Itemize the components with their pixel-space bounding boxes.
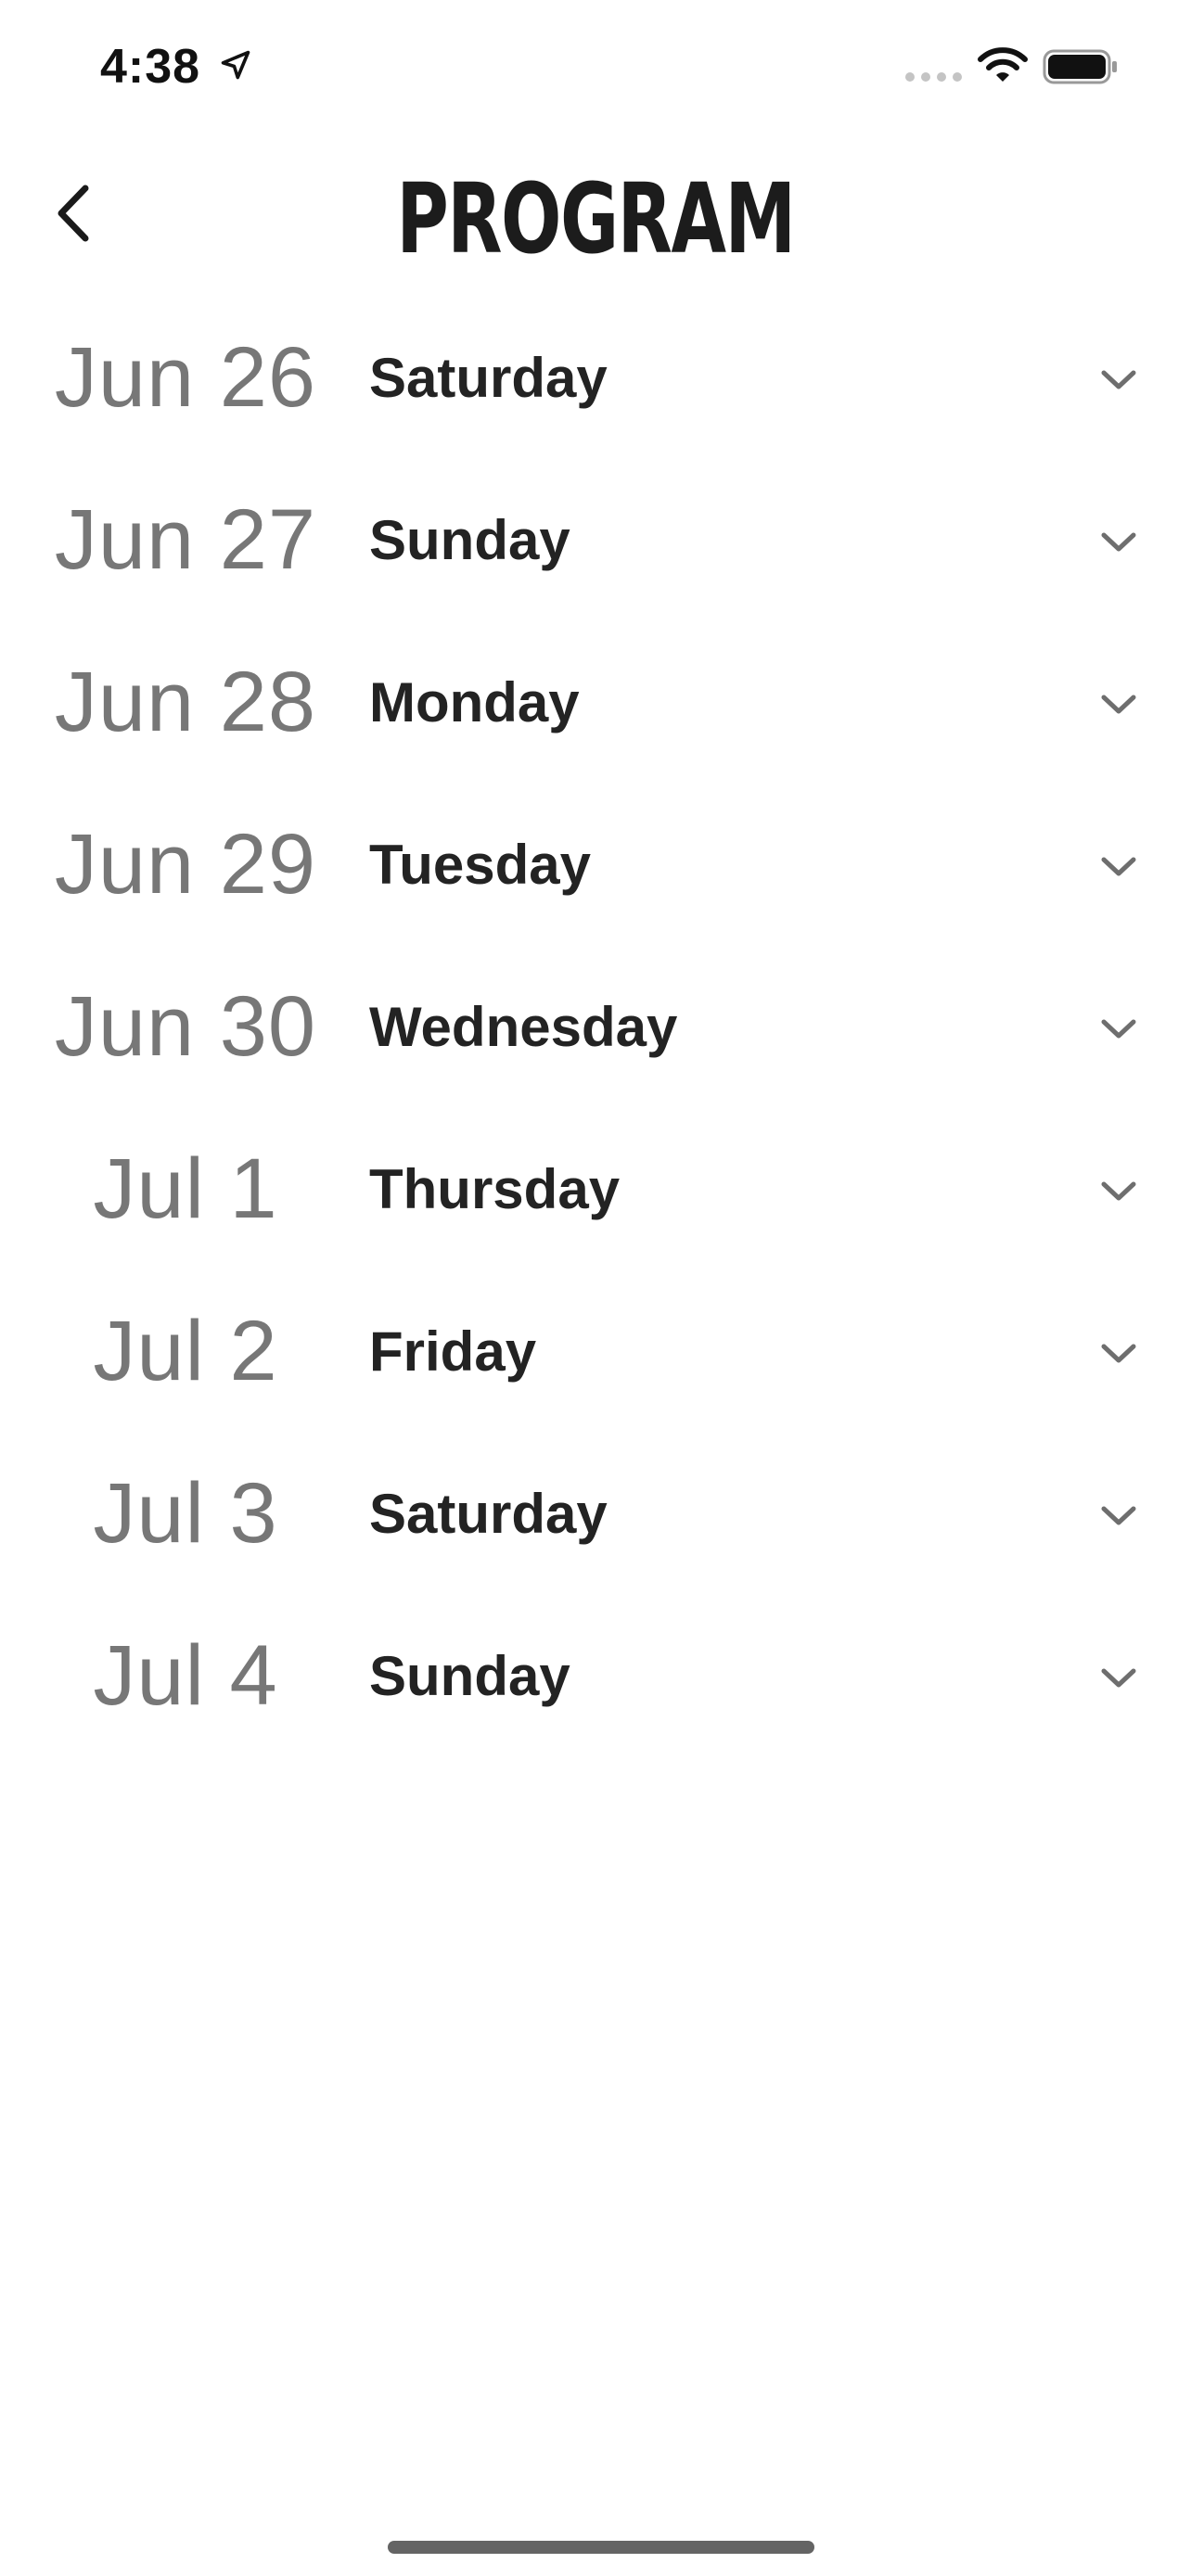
cellular-signal-icon bbox=[905, 72, 962, 82]
day-row[interactable]: Jul 4 Sunday bbox=[0, 1604, 1191, 1766]
day-row[interactable]: Jun 27 Sunday bbox=[0, 468, 1191, 631]
home-indicator[interactable] bbox=[388, 2541, 814, 2554]
day-weekday: Thursday bbox=[369, 1158, 621, 1220]
back-button[interactable] bbox=[28, 167, 121, 260]
day-date: Jul 1 bbox=[93, 1141, 278, 1236]
day-date: Jul 2 bbox=[93, 1304, 278, 1398]
chevron-down-icon[interactable] bbox=[1095, 843, 1143, 891]
chevron-down-icon[interactable] bbox=[1095, 1492, 1143, 1540]
nav-header: PROGRAM bbox=[0, 158, 1191, 278]
day-list: Jun 26 Saturday Jun 27 Sunday Jun 28 Mon… bbox=[0, 306, 1191, 1766]
day-date: Jun 28 bbox=[54, 655, 317, 749]
wifi-icon bbox=[978, 47, 1028, 82]
day-row[interactable]: Jul 2 Friday bbox=[0, 1280, 1191, 1442]
chevron-down-icon[interactable] bbox=[1095, 356, 1143, 404]
day-weekday: Friday bbox=[369, 1320, 537, 1383]
day-date: Jul 4 bbox=[93, 1628, 278, 1723]
day-weekday: Saturday bbox=[369, 1483, 608, 1545]
day-date: Jun 29 bbox=[54, 817, 317, 912]
day-date: Jun 30 bbox=[54, 979, 317, 1074]
day-weekday: Saturday bbox=[369, 347, 608, 409]
status-bar: 4:38 bbox=[0, 0, 1191, 139]
chevron-down-icon[interactable] bbox=[1095, 1330, 1143, 1378]
day-row[interactable]: Jun 28 Monday bbox=[0, 631, 1191, 793]
day-row[interactable]: Jul 1 Thursday bbox=[0, 1117, 1191, 1280]
day-weekday: Tuesday bbox=[369, 834, 591, 896]
day-weekday: Sunday bbox=[369, 1645, 570, 1707]
battery-icon bbox=[1043, 49, 1117, 84]
chevron-down-icon[interactable] bbox=[1095, 1167, 1143, 1216]
chevron-left-icon bbox=[58, 185, 89, 242]
day-row[interactable]: Jun 29 Tuesday bbox=[0, 793, 1191, 955]
day-row[interactable]: Jul 3 Saturday bbox=[0, 1442, 1191, 1604]
location-arrow-icon bbox=[221, 50, 250, 80]
page-title: PROGRAM bbox=[396, 162, 796, 275]
day-weekday: Sunday bbox=[369, 509, 570, 571]
day-weekday: Wednesday bbox=[369, 996, 678, 1058]
day-date: Jul 3 bbox=[93, 1466, 278, 1561]
day-date: Jun 27 bbox=[54, 492, 317, 587]
day-weekday: Monday bbox=[369, 671, 580, 733]
day-row[interactable]: Jun 30 Wednesday bbox=[0, 955, 1191, 1117]
chevron-down-icon[interactable] bbox=[1095, 518, 1143, 567]
status-time: 4:38 bbox=[100, 40, 201, 94]
day-row[interactable]: Jun 26 Saturday bbox=[0, 306, 1191, 468]
day-date: Jun 26 bbox=[54, 330, 317, 425]
chevron-down-icon[interactable] bbox=[1095, 1654, 1143, 1702]
chevron-down-icon[interactable] bbox=[1095, 1005, 1143, 1053]
chevron-down-icon[interactable] bbox=[1095, 681, 1143, 729]
